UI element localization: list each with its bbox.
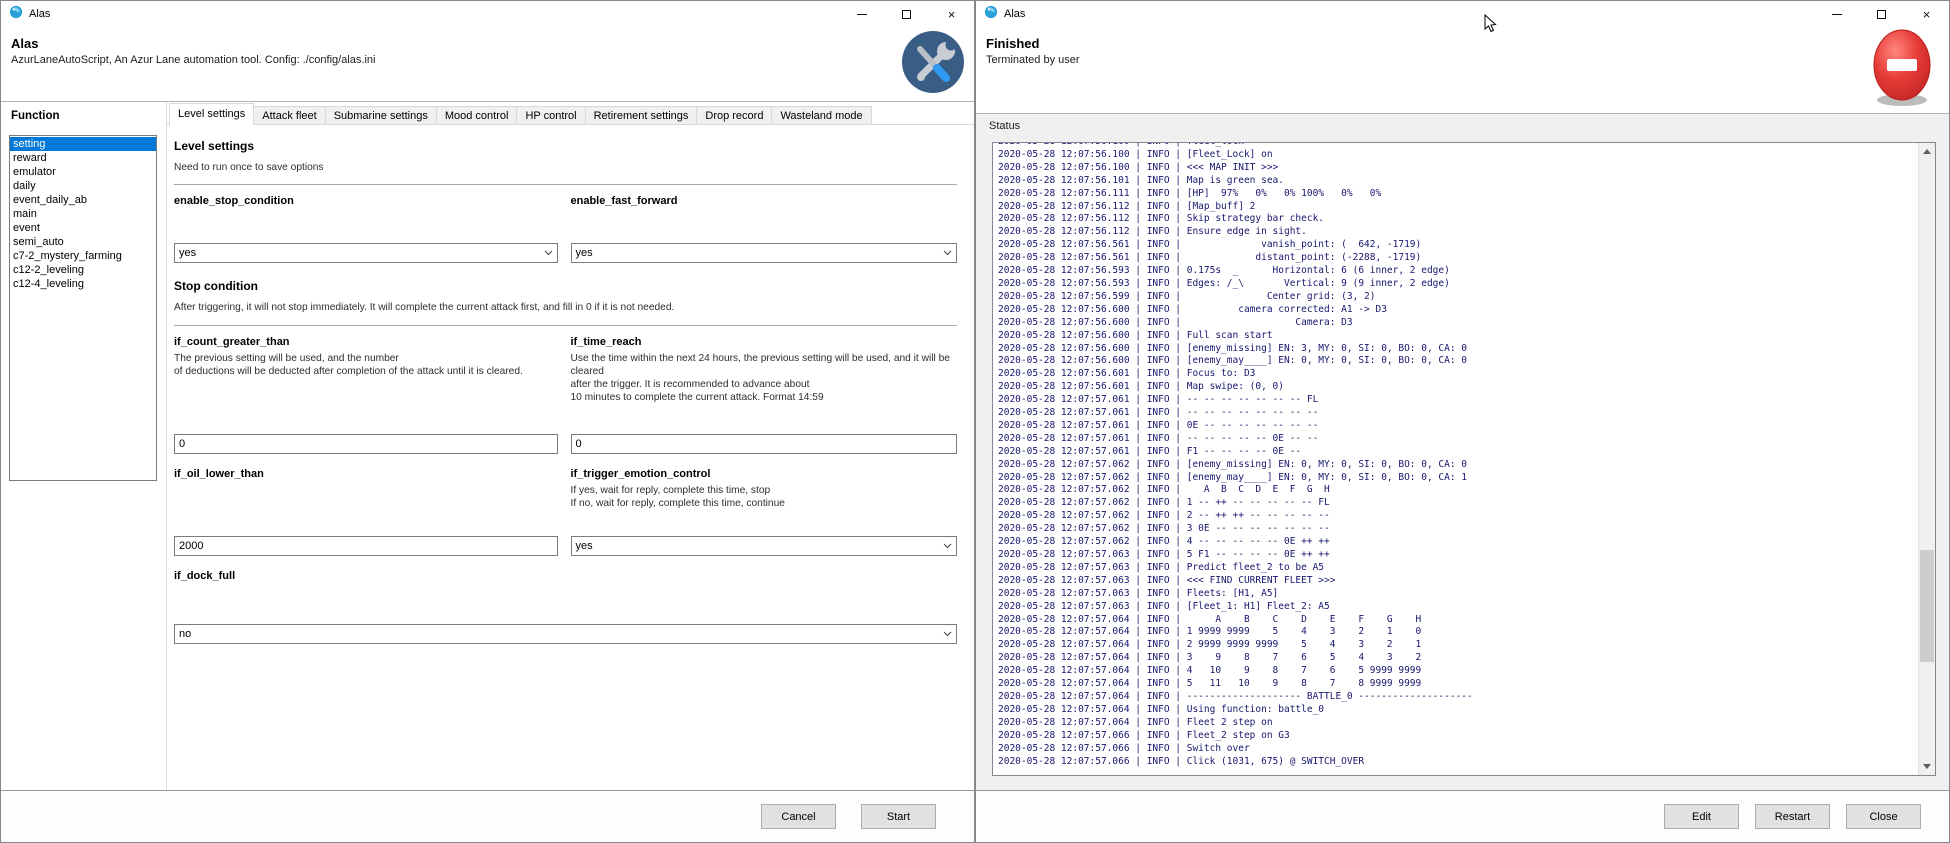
restart-button[interactable]: Restart [1755,804,1830,829]
group-desc-stop-condition: After triggering, it will not stop immed… [174,301,957,314]
field-label-if-trigger-emotion-control: if_trigger_emotion_control [571,468,958,480]
titlebar: Alas × [976,1,1949,27]
config-footer: Cancel Start [1,790,974,842]
log-scrollbar[interactable] [1918,143,1935,775]
settings-tab-panel: Level settingsAttack fleetSubmarine sett… [166,102,974,790]
tab[interactable]: Drop record [696,106,772,125]
function-list-item[interactable]: c12-2_leveling [10,263,156,277]
maximize-button[interactable] [1859,1,1904,27]
field-label-if-count-greater-than: if_count_greater_than [174,336,558,348]
divider [174,184,957,185]
log-output[interactable]: 2020-05-28 12:07:56.100 | INFO | fleet_l… [992,142,1936,776]
close-run-button[interactable]: Close [1846,804,1921,829]
if-oil-lower-than-input[interactable] [179,540,553,552]
function-list-item[interactable]: c12-4_leveling [10,277,156,291]
scroll-down-icon[interactable] [1919,758,1935,775]
close-button[interactable]: × [929,1,974,27]
minimize-button[interactable] [1814,1,1859,27]
config-body: Function settingrewardemulatordailyevent… [1,101,974,790]
group-desc-level-settings: Need to run once to save options [174,161,957,174]
close-icon: × [1923,8,1931,21]
tab[interactable]: Wasteland mode [771,106,871,125]
tab[interactable]: Mood control [436,106,518,125]
function-list-item[interactable]: setting [10,137,156,151]
field-label-if-dock-full: if_dock_full [174,570,957,582]
log-text: 2020-05-28 12:07:56.100 | INFO | fleet_l… [998,142,1913,768]
run-status-title: Finished [976,27,1949,54]
status-area: Status 2020-05-28 12:07:56.100 | INFO | … [976,113,1949,790]
chevron-down-icon [544,250,553,256]
field-label-enable-fast-forward: enable_fast_forward [571,195,958,207]
window-title: Alas [29,8,50,20]
if-count-greater-than-input[interactable] [179,438,553,450]
minimize-icon [857,14,867,15]
field-desc-if-count-greater-than: The previous setting will be used, and t… [174,352,558,379]
stopped-badge-icon [1869,27,1935,109]
minimize-icon [1832,14,1842,15]
mouse-cursor [1484,14,1497,38]
minimize-button[interactable] [839,1,884,27]
function-list[interactable]: settingrewardemulatordailyevent_daily_ab… [9,135,157,481]
scrollbar-thumb[interactable] [1920,550,1934,662]
chevron-down-icon [943,631,952,637]
if-time-reach-input[interactable] [576,438,953,450]
scroll-up-icon[interactable] [1919,143,1935,160]
app-logo-icon [984,5,998,24]
if-trigger-emotion-control-select[interactable]: yes [571,536,958,556]
field-desc-if-time-reach: Use the time within the next 24 hours, t… [571,352,958,405]
maximize-button[interactable] [884,1,929,27]
page-subtitle: AzurLaneAutoScript, An Azur Lane automat… [1,54,974,66]
if-oil-lower-than-field [174,536,558,556]
group-title-stop-condition: Stop condition [174,279,957,293]
enable-stop-condition-select[interactable]: yes [174,243,558,263]
log-header: Finished Terminated by user [976,27,1949,113]
function-list-item[interactable]: event [10,221,156,235]
alas-log-window: Alas × Finished Terminated by user Statu [975,0,1950,843]
tab[interactable]: Level settings [169,103,254,126]
if-dock-full-select[interactable]: no [174,624,957,644]
titlebar: Alas × [1,1,974,27]
field-desc-if-trigger-emotion-control: If yes, wait for reply, complete this ti… [571,484,958,511]
start-button[interactable]: Start [861,804,936,829]
tab[interactable]: Attack fleet [253,106,325,125]
function-list-item[interactable]: event_daily_ab [10,193,156,207]
maximize-icon [1877,10,1886,19]
divider [174,325,957,326]
log-footer: Edit Restart Close [976,790,1949,842]
tools-badge-icon [901,30,965,94]
tab[interactable]: HP control [516,106,585,125]
close-icon: × [948,8,956,21]
alas-config-window: Alas × Alas AzurLaneAutoScript, An Azur … [0,0,975,843]
tab[interactable]: Retirement settings [585,106,698,125]
config-header: Alas AzurLaneAutoScript, An Azur Lane au… [1,27,974,101]
maximize-icon [902,10,911,19]
function-list-item[interactable]: daily [10,179,156,193]
group-title-level-settings: Level settings [174,139,957,153]
function-list-item[interactable]: emulator [10,165,156,179]
field-label-if-oil-lower-than: if_oil_lower_than [174,468,558,480]
status-label: Status [976,114,1949,132]
page-title: Alas [1,27,974,54]
cancel-button[interactable]: Cancel [761,804,836,829]
tab-strip: Level settingsAttack fleetSubmarine sett… [167,102,974,125]
function-list-item[interactable]: main [10,207,156,221]
function-list-item[interactable]: c7-2_mystery_farming [10,249,156,263]
chevron-down-icon [943,543,952,549]
close-button[interactable]: × [1904,1,1949,27]
function-list-item[interactable]: semi_auto [10,235,156,249]
if-time-reach-field [571,434,958,454]
field-label-if-time-reach: if_time_reach [571,336,958,348]
app-logo-icon [9,5,23,24]
if-count-greater-than-field [174,434,558,454]
tab[interactable]: Submarine settings [325,106,437,125]
edit-button[interactable]: Edit [1664,804,1739,829]
enable-fast-forward-select[interactable]: yes [571,243,958,263]
window-title: Alas [1004,8,1025,20]
field-label-enable-stop-condition: enable_stop_condition [174,195,558,207]
run-status-subtitle: Terminated by user [976,54,1949,66]
chevron-down-icon [943,250,952,256]
function-list-item[interactable]: reward [10,151,156,165]
